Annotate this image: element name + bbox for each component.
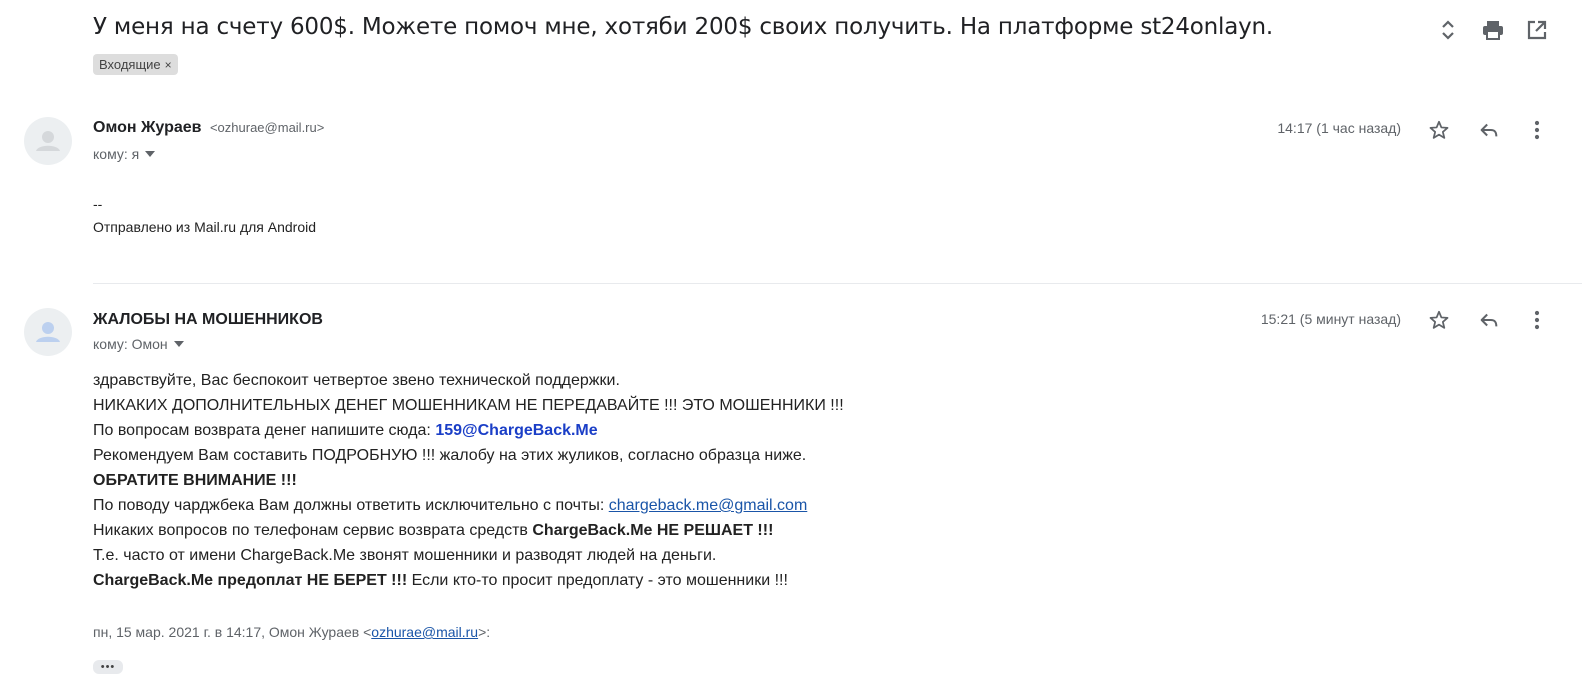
star-icon[interactable] bbox=[1427, 308, 1451, 332]
reply-icon[interactable] bbox=[1477, 308, 1501, 332]
email-subject: У меня на счету 600$. Можете помоч мне, … bbox=[93, 14, 1274, 40]
body-text: Если кто-то просит предоплату - это моше… bbox=[407, 572, 788, 589]
star-icon[interactable] bbox=[1427, 118, 1451, 142]
sender-name-text: ЖАЛОБЫ НА МОШЕННИКОВ bbox=[93, 311, 323, 328]
body-line: ChargeBack.Me предоплат НЕ БЕРЕТ !!! Есл… bbox=[93, 568, 844, 593]
quote-prefix: пн, 15 мар. 2021 г. в 14:17, Омон Жураев… bbox=[93, 624, 372, 640]
sender-name-text: Омон Жураев bbox=[93, 119, 202, 136]
body-text: По вопросам возврата денег напишите сюда… bbox=[93, 422, 436, 439]
quote-email-link[interactable]: ozhurae@mail.ru bbox=[371, 624, 478, 640]
more-vert-icon[interactable] bbox=[1525, 308, 1549, 332]
quote-suffix: >: bbox=[478, 624, 491, 640]
sender-avatar[interactable] bbox=[24, 308, 72, 356]
message-body: -- Отправлено из Mail.ru для Android bbox=[93, 193, 316, 239]
body-line: По поводу чарджбека Вам должны ответить … bbox=[93, 493, 844, 518]
body-text: По поводу чарджбека Вам должны ответить … bbox=[93, 497, 609, 514]
body-line: По вопросам возврата денег напишите сюда… bbox=[93, 418, 844, 443]
recipient-line[interactable]: кому: я bbox=[93, 146, 156, 162]
open-in-new-icon[interactable] bbox=[1525, 18, 1549, 42]
caret-down-icon[interactable] bbox=[173, 341, 184, 347]
quote-header: пн, 15 мар. 2021 г. в 14:17, Омон Жураев… bbox=[93, 624, 490, 640]
person-icon bbox=[36, 322, 60, 342]
print-icon[interactable] bbox=[1481, 18, 1505, 42]
chargeback-email-link[interactable]: chargeback.me@gmail.com bbox=[609, 497, 808, 514]
body-line: Рекомендуем Вам составить ПОДРОБНУЮ !!! … bbox=[93, 447, 807, 464]
support-email: 159@ChargeBack.Me bbox=[435, 422, 598, 439]
sender-name: ЖАЛОБЫ НА МОШЕННИКОВ bbox=[93, 311, 323, 329]
person-icon bbox=[36, 131, 60, 151]
sender-email: <ozhurae@mail.ru> bbox=[209, 120, 325, 135]
recipient-text: кому: я bbox=[93, 146, 140, 162]
recipient-line[interactable]: кому: Омон bbox=[93, 336, 184, 352]
recipient-text: кому: Омон bbox=[93, 336, 168, 352]
label-inbox-text: Входящие bbox=[99, 57, 161, 72]
body-line: ОБРАТИТЕ ВНИМАНИЕ !!! bbox=[93, 472, 297, 489]
body-line: Никаких вопросов по телефонам сервис воз… bbox=[93, 518, 844, 543]
remove-label-button[interactable]: × bbox=[165, 58, 172, 72]
caret-down-icon[interactable] bbox=[145, 151, 156, 157]
signature-separator: -- bbox=[93, 196, 103, 212]
body-text: Никаких вопросов по телефонам сервис воз… bbox=[93, 522, 533, 539]
label-inbox: Входящие × bbox=[93, 54, 178, 75]
message-time: 14:17 (1 час назад) bbox=[1277, 120, 1401, 136]
sender-name: Омон Жураев <ozhurae@mail.ru> bbox=[93, 119, 324, 137]
show-trimmed-content-button[interactable]: ••• bbox=[93, 660, 123, 674]
message-body: здравствуйте, Вас беспокоит четвертое зв… bbox=[93, 368, 844, 593]
sender-avatar[interactable] bbox=[24, 117, 72, 165]
message-divider bbox=[93, 283, 1582, 284]
body-line: Т.е. часто от имени ChargeBack.Me звонят… bbox=[93, 547, 717, 564]
more-vert-icon[interactable] bbox=[1525, 118, 1549, 142]
signature-text: Отправлено из Mail.ru для Android bbox=[93, 219, 317, 235]
message-time: 15:21 (5 минут назад) bbox=[1260, 311, 1401, 327]
reply-icon[interactable] bbox=[1477, 118, 1501, 142]
body-line: НИКАКИХ ДОПОЛНИТЕЛЬНЫХ ДЕНЕГ МОШЕННИКАМ … bbox=[93, 397, 844, 414]
unfold-icon[interactable] bbox=[1436, 18, 1460, 42]
body-bold-text: ChargeBack.Me НЕ РЕШАЕТ !!! bbox=[532, 522, 774, 539]
body-line: здравствуйте, Вас беспокоит четвертое зв… bbox=[93, 372, 620, 389]
body-bold-text: ChargeBack.Me предоплат НЕ БЕРЕТ !!! bbox=[93, 572, 408, 589]
